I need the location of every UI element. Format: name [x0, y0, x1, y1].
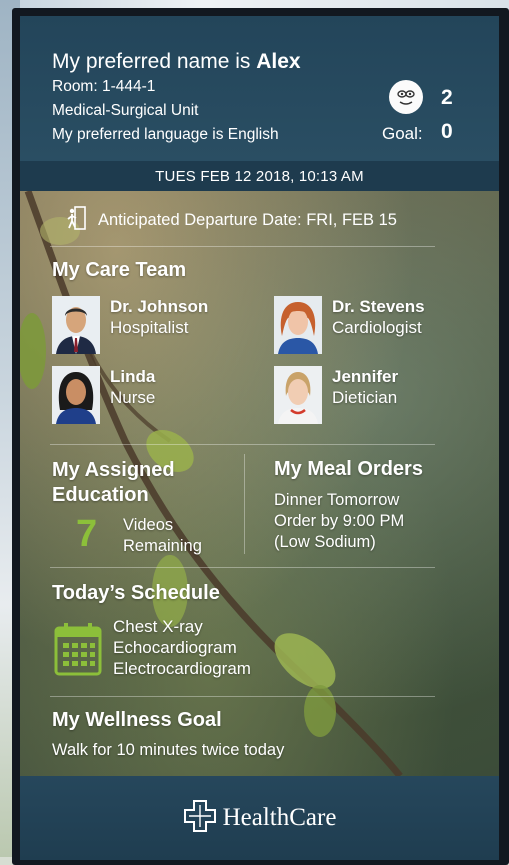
divider [50, 696, 435, 697]
care-team-role: Dietician [332, 388, 398, 407]
footer-branding: HealthCare [20, 776, 499, 860]
schedule-item[interactable]: Chest X-ray [113, 616, 251, 637]
divider [50, 567, 435, 568]
education-title-line: Education [52, 484, 149, 506]
exit-door-icon [66, 206, 86, 235]
care-team-title: My Care Team [52, 259, 187, 281]
meal-order-line: (Low Sodium) [274, 533, 376, 551]
schedule-item[interactable]: Electrocardiogram [113, 658, 251, 679]
avatar [52, 296, 100, 354]
care-team-role: Nurse [110, 388, 156, 407]
section-divider [244, 454, 245, 554]
care-team-name: Linda [110, 367, 156, 386]
meal-orders-details: Dinner Tomorrow Order by 9:00 PM (Low So… [274, 490, 404, 553]
avatar [274, 366, 322, 424]
care-team-role: Hospitalist [110, 318, 189, 337]
care-team-role: Cardiologist [332, 318, 422, 337]
preferred-language: My preferred language is English [52, 126, 279, 143]
schedule-list: Chest X-ray Echocardiogram Electrocardio… [113, 616, 251, 679]
anticipated-departure: Anticipated Departure Date: FRI, FEB 15 [66, 206, 397, 235]
room-number: Room: 1-444-1 [52, 78, 156, 95]
care-team-member-jennifer[interactable]: Jennifer Dietician [274, 366, 398, 424]
education-label-line: Videos [123, 516, 174, 534]
patient-whiteboard-screen: My preferred name is Alex Room: 1-444-1 … [20, 16, 499, 860]
avatar [274, 296, 322, 354]
unit-name: Medical-Surgical Unit [52, 102, 199, 119]
points-count: 2 [441, 86, 453, 109]
avatar [52, 366, 100, 424]
preferred-name: My preferred name is Alex [52, 50, 301, 74]
education-label-line: Remaining [123, 537, 202, 555]
education-title[interactable]: My Assigned Education [52, 458, 175, 508]
calendar-icon [54, 622, 102, 681]
meal-order-line: Order by 9:00 PM [274, 512, 405, 530]
care-team-name: Dr. Johnson [110, 297, 209, 316]
care-team-member-linda[interactable]: Linda Nurse [52, 366, 155, 424]
preferred-name-prefix: My preferred name is [52, 50, 251, 73]
healthcare-logo-icon [183, 799, 217, 838]
schedule-title[interactable]: Today’s Schedule [52, 582, 220, 605]
patient-name: Alex [256, 50, 301, 73]
meal-orders-title[interactable]: My Meal Orders [274, 458, 423, 481]
care-team-member-stevens[interactable]: Dr. Stevens Cardiologist [274, 296, 425, 354]
care-team-name: Dr. Stevens [332, 297, 425, 316]
care-team-member-johnson[interactable]: Dr. Johnson Hospitalist [52, 296, 208, 354]
smiley-face-icon[interactable] [389, 80, 423, 114]
wellness-goal-title[interactable]: My Wellness Goal [52, 709, 222, 732]
departure-text: Anticipated Departure Date: FRI, FEB 15 [98, 211, 397, 229]
care-team-name: Jennifer [332, 367, 399, 386]
patient-header: My preferred name is Alex Room: 1-444-1 … [20, 16, 499, 161]
divider [50, 444, 435, 445]
date-time-bar: TUES FEB 12 2018, 10:13 AM [20, 161, 499, 191]
meal-order-line: Dinner Tomorrow [274, 491, 400, 509]
wellness-goal-text: Walk for 10 minutes twice today [52, 741, 285, 759]
education-count: 7 [76, 513, 98, 555]
brand-name: HealthCare [222, 804, 337, 831]
education-title-line: My Assigned [52, 459, 175, 481]
divider [50, 246, 435, 247]
goal-value: 0 [441, 120, 453, 143]
schedule-item[interactable]: Echocardiogram [113, 637, 251, 658]
goal-label: Goal: [382, 124, 423, 143]
education-label: Videos Remaining [123, 515, 202, 557]
